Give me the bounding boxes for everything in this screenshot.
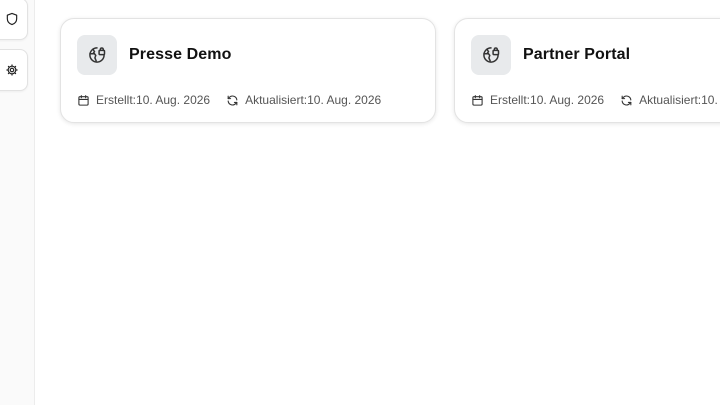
sidebar-rail xyxy=(0,0,35,405)
calendar-icon xyxy=(78,94,89,106)
updated-value: 10. Aug. 2026 xyxy=(307,93,382,107)
card-title: Partner Portal xyxy=(523,46,631,63)
updated-date: Aktualisiert:10. Aug. 2026 xyxy=(620,93,720,107)
project-card[interactable]: Presse Demo Erstellt: 10. Aug. 2026 Aktua… xyxy=(60,18,436,123)
created-date: Erstellt: 10. Aug. 2026 xyxy=(471,93,604,107)
sidebar-item-security[interactable] xyxy=(0,0,28,40)
created-date: Erstellt: 10. Aug. 2026 xyxy=(77,93,210,107)
globe-lock-icon xyxy=(89,47,106,63)
calendar-icon xyxy=(472,94,483,106)
project-card[interactable]: Partner Portal Erstellt: 10. Aug. 2026 Ak… xyxy=(454,18,720,123)
gear-icon xyxy=(6,64,18,76)
sidebar-item-settings[interactable] xyxy=(0,49,28,91)
refresh-icon xyxy=(621,95,632,105)
updated-date: Aktualisiert:10. Aug. 2026 xyxy=(226,93,381,107)
updated-label: Aktualisiert: xyxy=(639,93,702,107)
card-meta: Erstellt: 10. Aug. 2026 Aktualisiert: 10. … xyxy=(471,93,720,107)
card-header: Partner Portal xyxy=(471,35,630,75)
globe-lock-icon xyxy=(483,47,500,63)
card-icon-tile xyxy=(471,35,511,75)
updated-value: 10. Aug. 2026 xyxy=(701,93,720,107)
created-label: Erstellt: xyxy=(490,93,531,107)
created-value: 10. Aug. 2026 xyxy=(530,93,605,107)
card-meta: Erstellt: 10. Aug. 2026 Aktualisiert: 10. … xyxy=(77,93,397,107)
shield-icon xyxy=(6,12,18,26)
created-label: Erstellt: xyxy=(96,93,137,107)
card-header: Presse Demo xyxy=(77,35,232,75)
created-value: 10. Aug. 2026 xyxy=(136,93,211,107)
updated-label: Aktualisiert: xyxy=(245,93,308,107)
card-icon-tile xyxy=(77,35,117,75)
card-title: Presse Demo xyxy=(129,46,232,63)
refresh-icon xyxy=(227,95,238,105)
